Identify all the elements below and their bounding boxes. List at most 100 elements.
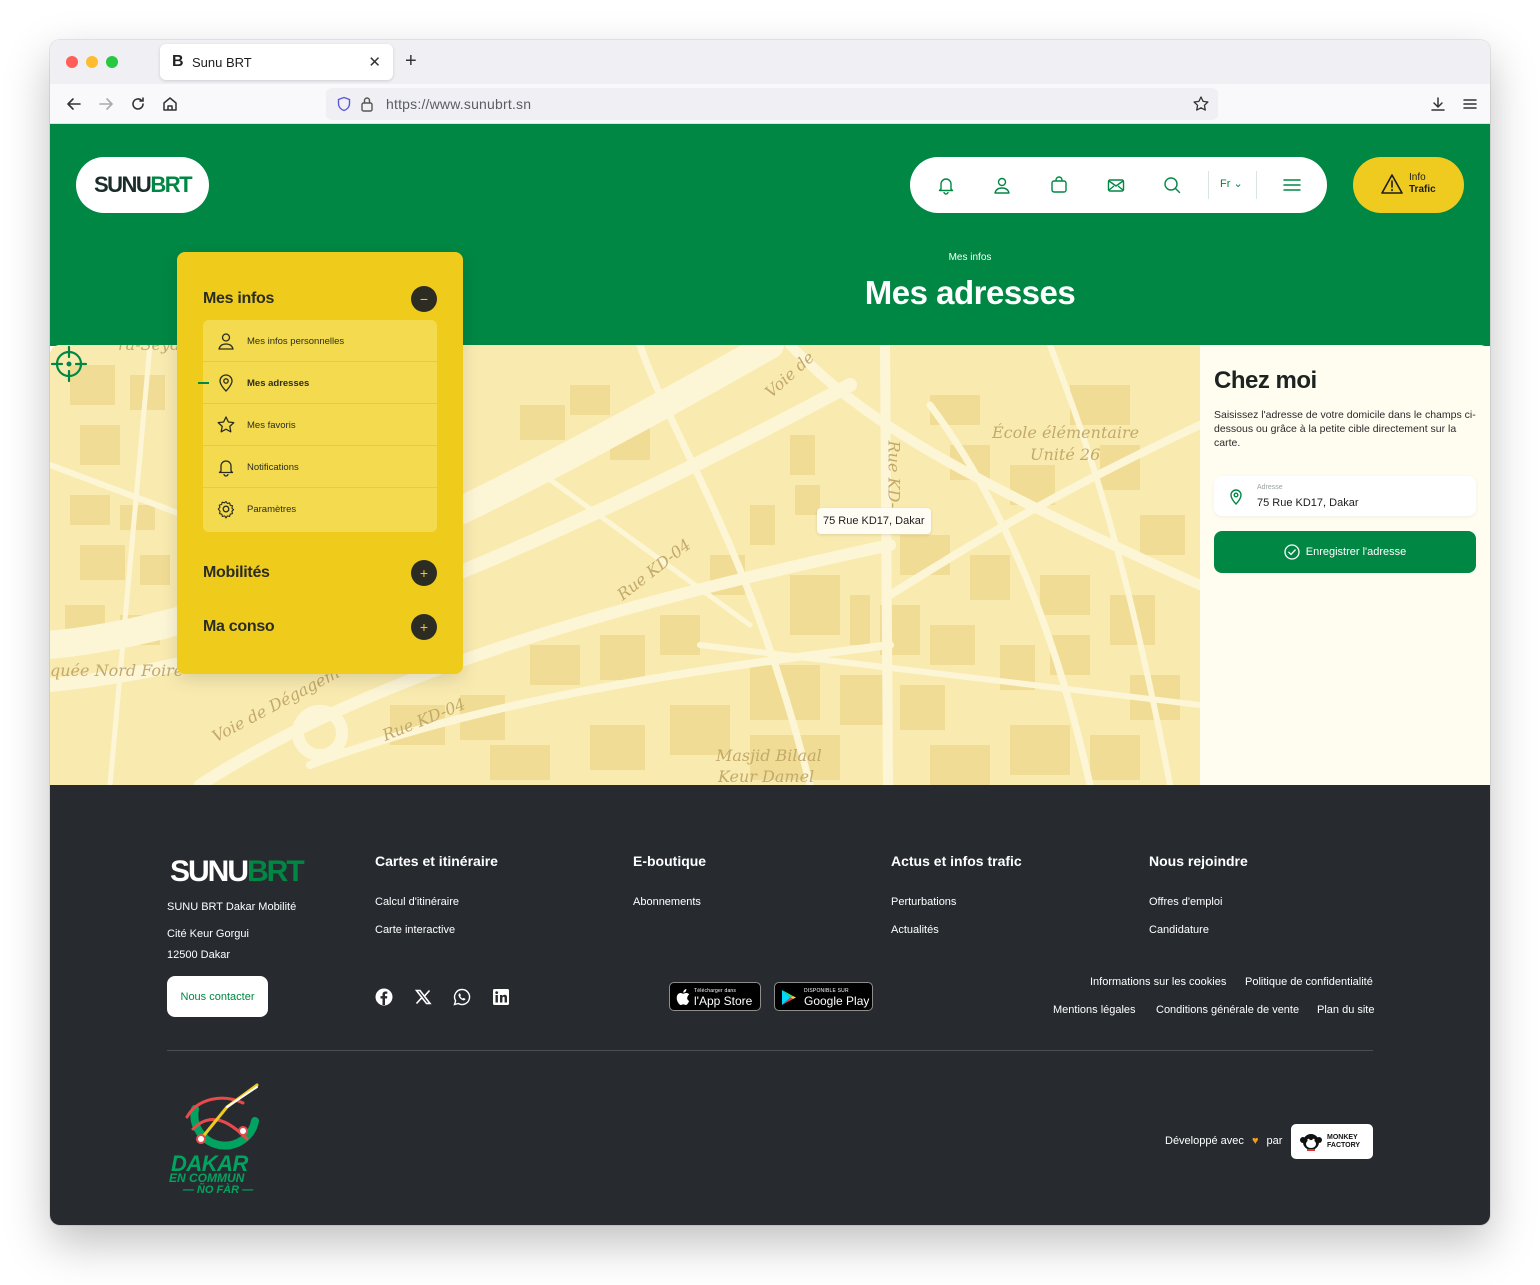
menu-item-mes-favoris[interactable]: Mes favoris	[203, 404, 437, 446]
crosshair-target-icon[interactable]	[50, 345, 88, 383]
footer-logo[interactable]: SUNUBRT	[170, 855, 305, 889]
reload-icon[interactable]	[126, 92, 150, 116]
menu-item-label: Mes adresses	[247, 378, 310, 389]
en-commun-text: EN COMMUN	[169, 1171, 245, 1185]
home-icon[interactable]	[158, 92, 182, 116]
language-label: Fr	[1220, 178, 1231, 190]
logo-text-brt: BRT	[247, 855, 305, 888]
footer-divider	[167, 1050, 1373, 1051]
location-pin-icon	[1230, 489, 1242, 505]
monkey-text: MONKEY	[1327, 1134, 1358, 1141]
address-input[interactable]: Adresse 75 Rue KD17, Dakar	[1214, 476, 1476, 516]
check-circle-icon	[1284, 544, 1300, 560]
url-text: https://www.sunubrt.sn	[386, 96, 532, 112]
close-window-button[interactable]	[66, 56, 78, 68]
footer-link[interactable]: Actualités	[891, 924, 939, 936]
shopping-bag-icon[interactable]	[1047, 173, 1071, 197]
browser-tab[interactable]: B Sunu BRT ✕	[160, 44, 393, 80]
header-toolbar: Fr ⌄	[910, 157, 1327, 213]
divider	[1256, 171, 1257, 199]
info-trafic-button[interactable]: Info Trafic	[1353, 157, 1464, 213]
close-tab-icon[interactable]: ✕	[368, 53, 381, 71]
user-icon[interactable]	[990, 173, 1014, 197]
footer-link[interactable]: Abonnements	[633, 896, 701, 908]
dakar-en-commun-logo[interactable]: DAKAR EN COMMUN — ÑO FÀR —	[167, 1081, 279, 1199]
save-address-label: Enregistrer l'adresse	[1305, 546, 1407, 558]
legal-link[interactable]: Conditions générale de vente	[1156, 1004, 1299, 1016]
collapse-icon[interactable]: −	[411, 286, 437, 312]
legal-link[interactable]: Mentions légales	[1053, 1004, 1136, 1016]
footer-link[interactable]: Carte interactive	[375, 924, 455, 936]
app-store-badge[interactable]: Télécharger dans l'App Store	[669, 982, 761, 1011]
x-icon[interactable]	[414, 988, 432, 1006]
new-tab-icon[interactable]: +	[405, 50, 417, 73]
browser-tabbar: B Sunu BRT ✕ +	[50, 40, 1490, 84]
logo-text-brt: BRT	[150, 172, 192, 197]
account-side-menu: Mes infos − Mes infos personnelles Mes a…	[177, 252, 463, 674]
mail-icon[interactable]	[1104, 173, 1128, 197]
menu-item-parametres[interactable]: Paramètres	[203, 488, 437, 530]
downloads-icon[interactable]	[1426, 92, 1450, 116]
menu-item-notifications[interactable]: Notifications	[203, 446, 437, 488]
chevron-down-icon: ⌄	[1233, 178, 1243, 190]
expand-icon[interactable]: +	[411, 560, 437, 586]
save-address-button[interactable]: Enregistrer l'adresse	[1214, 531, 1476, 573]
no-far-text: — ÑO FÀR —	[182, 1184, 254, 1196]
developer-credit: Développé avec ♥ par	[1165, 1135, 1282, 1147]
footer-link[interactable]: Perturbations	[891, 896, 956, 908]
map-label: Masjid Bilaal	[716, 746, 822, 765]
bell-icon[interactable]	[934, 173, 958, 197]
map-label: École élémentaire	[992, 423, 1140, 442]
favicon-icon: B	[172, 53, 184, 70]
app-menu-icon[interactable]	[1458, 92, 1482, 116]
google-play-badge[interactable]: DISPONIBLE SUR Google Play	[774, 982, 873, 1011]
website: SUNUBRT Fr ⌄ Info Trafic Mes infos Mes a…	[50, 124, 1490, 1225]
divider	[1208, 171, 1209, 199]
user-icon	[218, 333, 234, 350]
address-value[interactable]: 75 Rue KD17, Dakar	[1257, 497, 1359, 509]
site-logo[interactable]: SUNUBRT	[76, 157, 209, 213]
map-tooltip: 75 Rue KD17, Dakar	[817, 508, 931, 534]
monkey-factory-logo[interactable]: MONKEY FACTORY	[1291, 1124, 1373, 1159]
menu-item-label: Mes favoris	[247, 420, 296, 431]
shield-icon	[337, 96, 351, 112]
footer-column-title: Cartes et itinéraire	[375, 853, 498, 869]
site-footer: SUNUBRT SUNU BRT Dakar Mobilité Cité Keu…	[50, 785, 1490, 1225]
menu-item-mes-adresses[interactable]: Mes adresses	[198, 362, 437, 404]
gear-icon	[217, 500, 235, 519]
legal-link[interactable]: Plan du site	[1317, 1004, 1374, 1016]
panel-title: Chez moi	[1214, 367, 1317, 394]
trafic-label: Trafic	[1409, 184, 1436, 195]
section-mobilites[interactable]: Mobilités	[203, 564, 270, 582]
search-icon[interactable]	[1160, 173, 1184, 197]
section-ma-conso[interactable]: Ma conso	[203, 618, 275, 636]
linkedin-icon[interactable]	[492, 988, 510, 1006]
back-icon[interactable]	[62, 92, 86, 116]
address-label: Adresse	[1257, 484, 1283, 491]
section-mes-infos[interactable]: Mes infos	[203, 290, 274, 308]
expand-icon[interactable]: +	[411, 614, 437, 640]
forward-icon[interactable]	[94, 92, 118, 116]
menu-item-label: Mes infos personnelles	[247, 336, 345, 347]
contact-button[interactable]: Nous contacter	[167, 976, 268, 1017]
logo-text-sunu: SUNU	[170, 855, 249, 888]
legal-link[interactable]: Informations sur les cookies	[1090, 976, 1226, 988]
map-label: ra-Seydi	[118, 345, 185, 354]
facebook-icon[interactable]	[375, 988, 393, 1006]
address-line: 12500 Dakar	[167, 949, 230, 961]
warning-icon	[1381, 174, 1403, 194]
language-selector[interactable]: Fr ⌄	[1220, 177, 1243, 190]
footer-link[interactable]: Offres d'emploi	[1149, 896, 1222, 908]
maximize-window-button[interactable]	[106, 56, 118, 68]
footer-link[interactable]: Candidature	[1149, 924, 1209, 936]
footer-column-title: Actus et infos trafic	[891, 853, 1022, 869]
apple-icon	[676, 989, 690, 1005]
menu-item-infos-personnelles[interactable]: Mes infos personnelles	[203, 320, 437, 362]
whatsapp-icon[interactable]	[453, 988, 471, 1006]
address-bar[interactable]: https://www.sunubrt.sn	[326, 88, 1218, 120]
legal-link[interactable]: Politique de confidentialité	[1245, 976, 1373, 988]
hamburger-menu-icon[interactable]	[1280, 173, 1304, 197]
bookmark-star-icon[interactable]	[1192, 95, 1210, 113]
minimize-window-button[interactable]	[86, 56, 98, 68]
footer-link[interactable]: Calcul d'itinéraire	[375, 896, 459, 908]
